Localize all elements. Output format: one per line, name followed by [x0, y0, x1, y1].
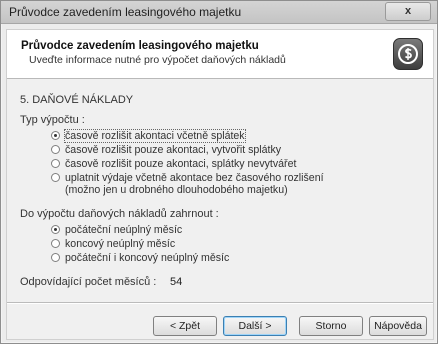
back-button[interactable]: < Zpět	[153, 316, 217, 336]
radio-button[interactable]	[51, 225, 60, 234]
calc-type-option-1[interactable]: časově rozlišit akontaci včetně splátek	[51, 129, 246, 143]
tax-include-option-3[interactable]: počáteční i koncový neúplný měsíc	[51, 252, 229, 264]
calc-type-option-4[interactable]: uplatnit výdaje včetně akontace bez časo…	[51, 172, 324, 196]
radio-button[interactable]	[51, 173, 60, 182]
month-count-value: 54	[170, 276, 183, 288]
option-label: časově rozlišit pouze akontaci, splátky …	[65, 158, 297, 170]
header-title: Průvodce zavedením leasingového majetku	[21, 40, 259, 52]
wizard-header: Průvodce zavedením leasingového majetku …	[7, 30, 433, 79]
close-icon: x	[404, 5, 412, 17]
window-title: Průvodce zavedením leasingového majetku	[9, 5, 242, 19]
next-button[interactable]: Další >	[223, 316, 287, 336]
tax-include-option-1[interactable]: počáteční neúplný měsíc	[51, 224, 182, 236]
option-label: časově rozlišit akontaci včetně splátek	[64, 129, 246, 143]
wizard-body: Průvodce zavedením leasingového majetku …	[6, 29, 434, 340]
radio-button[interactable]	[51, 131, 60, 140]
radio-button[interactable]	[51, 159, 60, 168]
close-button[interactable]: x	[385, 2, 431, 21]
divider	[7, 302, 433, 304]
option-label: počáteční i koncový neúplný měsíc	[65, 252, 230, 264]
calc-type-label: Typ výpočtu :	[20, 114, 85, 126]
option-label: koncový neúplný měsíc	[65, 238, 176, 250]
option-label: časově rozlišit pouze akontaci, vytvořit…	[65, 144, 282, 156]
tax-include-option-2[interactable]: koncový neúplný měsíc	[51, 238, 175, 250]
option-label: uplatnit výdaje včetně akontace bez časo…	[65, 172, 324, 196]
dollar-icon	[393, 38, 423, 70]
header-subtitle: Uveďte informace nutné pro výpočet daňov…	[29, 54, 286, 66]
month-count-label: Odpovídající počet měsíců :	[20, 276, 157, 288]
option-label: počáteční neúplný měsíc	[65, 224, 183, 236]
help-button[interactable]: Nápověda	[369, 316, 427, 336]
radio-button[interactable]	[51, 253, 60, 262]
calc-type-option-2[interactable]: časově rozlišit pouze akontaci, vytvořit…	[51, 144, 281, 156]
tax-include-label: Do výpočtu daňových nákladů zahrnout :	[20, 208, 219, 220]
title-bar[interactable]: Průvodce zavedením leasingového majetku …	[1, 1, 437, 24]
radio-button[interactable]	[51, 145, 60, 154]
calc-type-option-3[interactable]: časově rozlišit pouze akontaci, splátky …	[51, 158, 296, 170]
radio-button[interactable]	[51, 239, 60, 248]
cancel-button[interactable]: Storno	[299, 316, 363, 336]
wizard-window: Průvodce zavedením leasingového majetku …	[0, 0, 438, 344]
section-title: 5. DAŇOVÉ NÁKLADY	[20, 94, 134, 106]
